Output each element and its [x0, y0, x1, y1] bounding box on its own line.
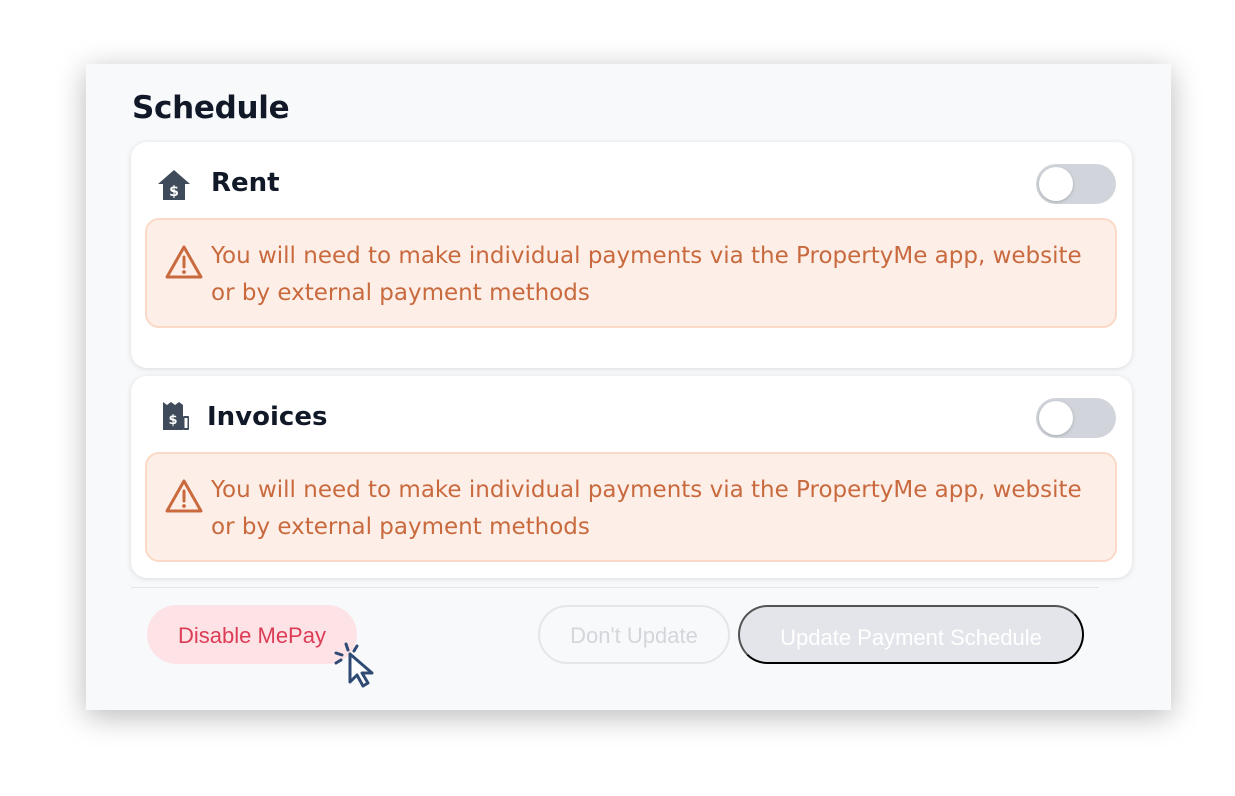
- page-title: Schedule: [132, 90, 290, 126]
- rent-warning: You will need to make individual payment…: [145, 218, 1117, 328]
- invoices-toggle-knob: [1039, 401, 1073, 435]
- house-dollar-icon: $: [158, 170, 190, 200]
- schedule-panel: Schedule $ Rent You will need to make in…: [86, 64, 1171, 710]
- rent-toggle[interactable]: [1036, 164, 1116, 204]
- invoices-warning-text: You will need to make individual payment…: [211, 477, 1082, 540]
- receipt-dollar-icon: $: [163, 402, 189, 430]
- update-payment-schedule-button[interactable]: Update Payment Schedule: [738, 605, 1084, 664]
- rent-title: Rent: [211, 168, 280, 198]
- disable-mepay-button[interactable]: Disable MePay: [147, 605, 357, 664]
- rent-warning-text: You will need to make individual payment…: [211, 243, 1082, 306]
- svg-text:$: $: [168, 413, 177, 428]
- rent-toggle-knob: [1039, 167, 1073, 201]
- invoices-title: Invoices: [207, 402, 328, 432]
- warning-triangle-icon: [165, 245, 203, 279]
- svg-text:$: $: [169, 184, 179, 200]
- warning-triangle-icon: [165, 479, 203, 513]
- invoices-card: $ Invoices You will need to make individ…: [131, 376, 1132, 578]
- footer-divider: [131, 587, 1099, 588]
- invoices-toggle[interactable]: [1036, 398, 1116, 438]
- rent-card: $ Rent You will need to make individual …: [131, 142, 1132, 368]
- invoices-warning: You will need to make individual payment…: [145, 452, 1117, 562]
- dont-update-button[interactable]: Don't Update: [538, 605, 730, 664]
- pointer-click-cursor-icon: [334, 642, 374, 688]
